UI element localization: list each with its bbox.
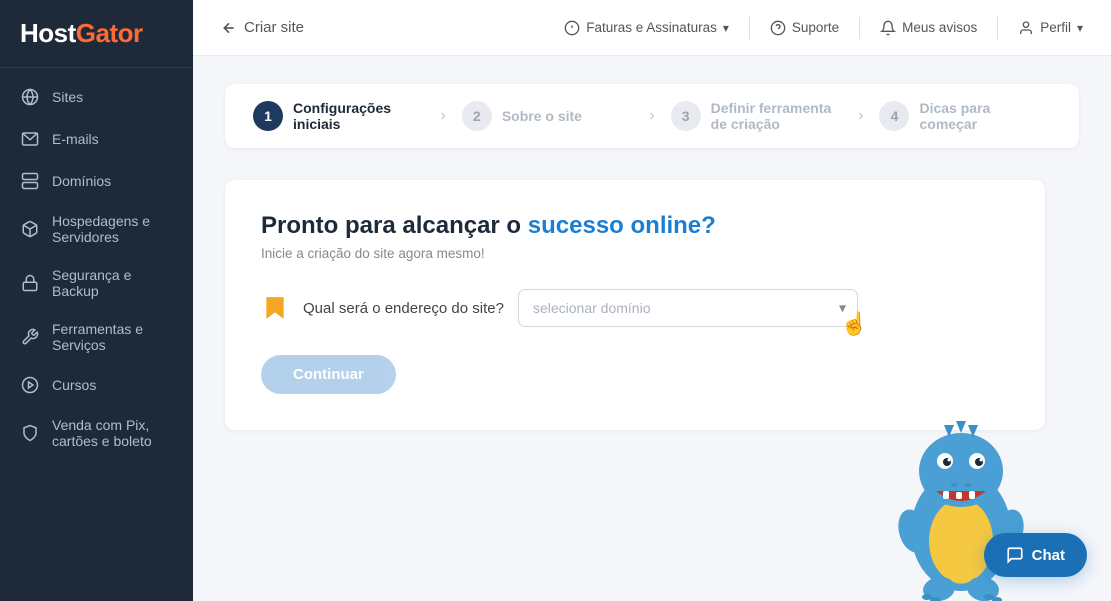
step-arrow-1: › — [441, 107, 446, 125]
form-title-highlight: sucesso online? — [528, 212, 716, 239]
topbar-actions: Faturas e Assinaturas ▾ Suporte Meus avi… — [564, 17, 1083, 39]
page-content: 1 Configurações iniciais › 2 Sobre o sit… — [193, 56, 1111, 601]
bookmark-flag-icon — [262, 295, 288, 321]
user-icon — [1018, 20, 1034, 36]
logo: HostGator — [0, 0, 193, 68]
step-4-number: 4 — [879, 101, 909, 131]
flag-icon — [261, 294, 289, 322]
dollar-icon — [564, 20, 580, 36]
step-3-label: Definir ferramenta de criação — [711, 100, 843, 132]
sidebar-label-ferramentas: Ferramentas e Serviços — [52, 321, 173, 353]
sidebar-label-emails: E-mails — [52, 131, 99, 147]
chat-icon — [1006, 546, 1024, 564]
topbar: Criar site Faturas e Assinaturas ▾ Supor… — [193, 0, 1111, 56]
topbar-divider-3 — [997, 17, 998, 39]
chat-label: Chat — [1032, 547, 1065, 564]
sidebar-label-seguranca: Segurança e Backup — [52, 267, 173, 299]
form-card: Pronto para alcançar o sucesso online? I… — [225, 180, 1045, 430]
topbar-divider-2 — [859, 17, 860, 39]
domain-question-label: Qual será o endereço do site? — [303, 300, 504, 317]
perfil-chevron-icon: ▾ — [1077, 21, 1083, 35]
avisos-label: Meus avisos — [902, 20, 977, 35]
sidebar-label-pix: Venda com Pix, cartões e boleto — [52, 417, 173, 449]
sidebar-item-ferramentas[interactable]: Ferramentas e Serviços — [0, 310, 193, 364]
email-icon — [20, 129, 40, 149]
sidebar-item-emails[interactable]: E-mails — [0, 118, 193, 160]
suporte-button[interactable]: Suporte — [770, 20, 839, 36]
step-arrow-2: › — [649, 107, 654, 125]
stepper: 1 Configurações iniciais › 2 Sobre o sit… — [225, 84, 1079, 148]
step-1: 1 Configurações iniciais — [253, 100, 425, 132]
question-icon — [770, 20, 786, 36]
step-arrow-3: › — [858, 107, 863, 125]
sidebar-item-cursos[interactable]: Cursos — [0, 364, 193, 406]
sidebar-item-hospedagens[interactable]: Hospedagens e Servidores — [0, 202, 193, 256]
sidebar-item-dominios[interactable]: Domínios — [0, 160, 193, 202]
sidebar-label-sites: Sites — [52, 89, 83, 105]
main-content: Criar site Faturas e Assinaturas ▾ Supor… — [193, 0, 1111, 601]
sidebar-label-cursos: Cursos — [52, 377, 96, 393]
step-2-label: Sobre o site — [502, 108, 582, 124]
faturas-chevron-icon: ▾ — [723, 21, 729, 35]
chat-button[interactable]: Chat — [984, 533, 1087, 577]
avisos-button[interactable]: Meus avisos — [880, 20, 977, 36]
sidebar: HostGator Sites E-mails Domínios Hosped — [0, 0, 193, 601]
step-2: 2 Sobre o site — [462, 101, 634, 131]
sidebar-label-dominios: Domínios — [52, 173, 111, 189]
step-3: 3 Definir ferramenta de criação — [671, 100, 843, 132]
sidebar-item-pix[interactable]: Venda com Pix, cartões e boleto — [0, 406, 193, 460]
continuar-button[interactable]: Continuar — [261, 355, 396, 394]
step-4: 4 Dicas para começar — [879, 100, 1051, 132]
shield-icon — [20, 423, 40, 443]
arrow-left-icon — [221, 20, 237, 36]
perfil-button[interactable]: Perfil ▾ — [1018, 20, 1083, 36]
domain-select-wrapper: selecionar domínio ▾ ☝ — [518, 289, 858, 327]
server-icon — [20, 171, 40, 191]
lock-icon — [20, 273, 40, 293]
sidebar-item-sites[interactable]: Sites — [0, 76, 193, 118]
step-4-label: Dicas para começar — [919, 100, 1051, 132]
perfil-label: Perfil — [1040, 20, 1071, 35]
sidebar-label-hospedagens: Hospedagens e Servidores — [52, 213, 173, 245]
faturas-label: Faturas e Assinaturas — [586, 20, 717, 35]
back-button[interactable]: Criar site — [221, 19, 304, 36]
faturas-button[interactable]: Faturas e Assinaturas ▾ — [564, 20, 729, 36]
step-1-label: Configurações iniciais — [293, 100, 425, 132]
step-1-number: 1 — [253, 101, 283, 131]
back-label: Criar site — [244, 19, 304, 36]
step-2-number: 2 — [462, 101, 492, 131]
topbar-divider-1 — [749, 17, 750, 39]
suporte-label: Suporte — [792, 20, 839, 35]
step-3-number: 3 — [671, 101, 701, 131]
play-icon — [20, 375, 40, 395]
domain-select[interactable]: selecionar domínio — [518, 289, 858, 327]
globe-icon — [20, 87, 40, 107]
form-title: Pronto para alcançar o sucesso online? — [261, 212, 1009, 240]
form-subtitle: Inicie a criação do site agora mesmo! — [261, 246, 1009, 261]
tool-icon — [20, 327, 40, 347]
sidebar-nav: Sites E-mails Domínios Hospedagens e Ser… — [0, 68, 193, 601]
domain-row: Qual será o endereço do site? selecionar… — [261, 289, 1009, 327]
box-icon — [20, 219, 40, 239]
sidebar-item-seguranca[interactable]: Segurança e Backup — [0, 256, 193, 310]
bell-icon — [880, 20, 896, 36]
